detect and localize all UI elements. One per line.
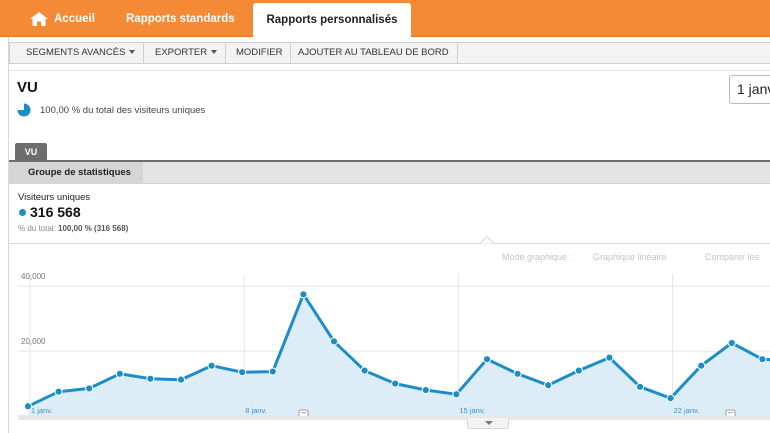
- chart-scrollbar[interactable]: [18, 416, 770, 420]
- separator-notch: [480, 236, 494, 244]
- data-point: [727, 338, 736, 348]
- data-point: [635, 382, 645, 391]
- export-label: EXPORTER: [155, 47, 208, 58]
- data-point: [697, 361, 706, 370]
- pie-chart-icon: [17, 103, 31, 117]
- data-point: [115, 369, 124, 378]
- add-to-dashboard-button[interactable]: AJOUTER AU TABLEAU DE BORD: [290, 43, 458, 63]
- report-subtitle: 100,00 % du total des visiteurs uniques: [40, 105, 206, 116]
- data-point: [452, 390, 461, 399]
- tab-statistics-group[interactable]: Groupe de statistiques: [9, 162, 143, 184]
- data-point: [360, 366, 369, 375]
- data-point: [605, 353, 614, 362]
- graph-mode-label: Mode graphique :: [502, 252, 573, 262]
- date-range-picker[interactable]: 1 janv.: [729, 75, 770, 104]
- data-point: [268, 367, 277, 376]
- compare-link[interactable]: Comparer les: [705, 252, 759, 262]
- data-point: [482, 355, 492, 364]
- data-point: [574, 366, 583, 375]
- data-point: [146, 374, 155, 383]
- x-tick-label: 22 janv.: [674, 406, 700, 415]
- x-tick-label: 8 janv.: [245, 406, 267, 415]
- chevron-down-icon: [485, 421, 493, 425]
- data-point: [666, 394, 675, 403]
- chart-expand-handle[interactable]: [467, 418, 509, 429]
- metric-label: Visiteurs uniques: [18, 192, 91, 203]
- x-tick-label: 15 janv.: [459, 406, 485, 415]
- y-tick-label: 20,000: [21, 337, 46, 346]
- home-icon: [30, 12, 48, 26]
- data-point: [299, 290, 308, 299]
- report-title: VU: [17, 79, 38, 96]
- data-point: [176, 375, 186, 384]
- data-point: [54, 387, 63, 396]
- data-point: [544, 381, 553, 390]
- y-tick-label: 40,000: [21, 272, 46, 281]
- export-button[interactable]: EXPORTER: [147, 43, 227, 63]
- data-point: [421, 385, 430, 395]
- nav-home-label: Accueil: [54, 13, 95, 25]
- metric-total: % du total: 100,00 % (316 568): [18, 224, 128, 233]
- data-point: [85, 384, 94, 393]
- data-point: [513, 369, 522, 378]
- data-point: [758, 355, 767, 364]
- visitors-line-chart: 20,000 40,000 1 janv. 8 janv. 15 janv. 22 ja…: [18, 272, 770, 418]
- nav-custom-reports[interactable]: Rapports personnalisés: [253, 3, 411, 37]
- metric-value: 316 568: [30, 204, 81, 220]
- chevron-down-icon: [211, 50, 218, 54]
- graph-mode-select[interactable]: Graphique linéaire: [593, 252, 667, 262]
- data-point: [329, 337, 339, 346]
- segment-tab[interactable]: VU: [15, 143, 47, 161]
- chevron-down-icon: [129, 50, 136, 54]
- nav-standard-reports[interactable]: Rapports standards: [126, 0, 235, 37]
- metric-series-dot: [19, 209, 26, 216]
- chart-y-labels: 20,000 40,000: [21, 272, 46, 346]
- x-tick-label: 1 janv.: [31, 406, 53, 415]
- advanced-segments-label: SEGMENTS AVANCÉS: [26, 47, 126, 58]
- top-navigation: Accueil Rapports standards Rapports pers…: [0, 0, 770, 37]
- toolbar-divider: [9, 70, 770, 71]
- metric-total-prefix: % du total:: [18, 224, 59, 233]
- metric-separator: [9, 243, 770, 244]
- data-point: [391, 379, 400, 388]
- report-toolbar: SEGMENTS AVANCÉS EXPORTER MODIFIER AJOUT…: [9, 42, 770, 64]
- series-area: [28, 294, 770, 416]
- data-point: [207, 361, 216, 370]
- metric-total-value: 100,00 % (316 568): [58, 224, 129, 233]
- modify-button[interactable]: MODIFIER: [228, 43, 292, 63]
- data-point: [238, 368, 247, 377]
- advanced-segments-button[interactable]: SEGMENTS AVANCÉS: [18, 43, 145, 63]
